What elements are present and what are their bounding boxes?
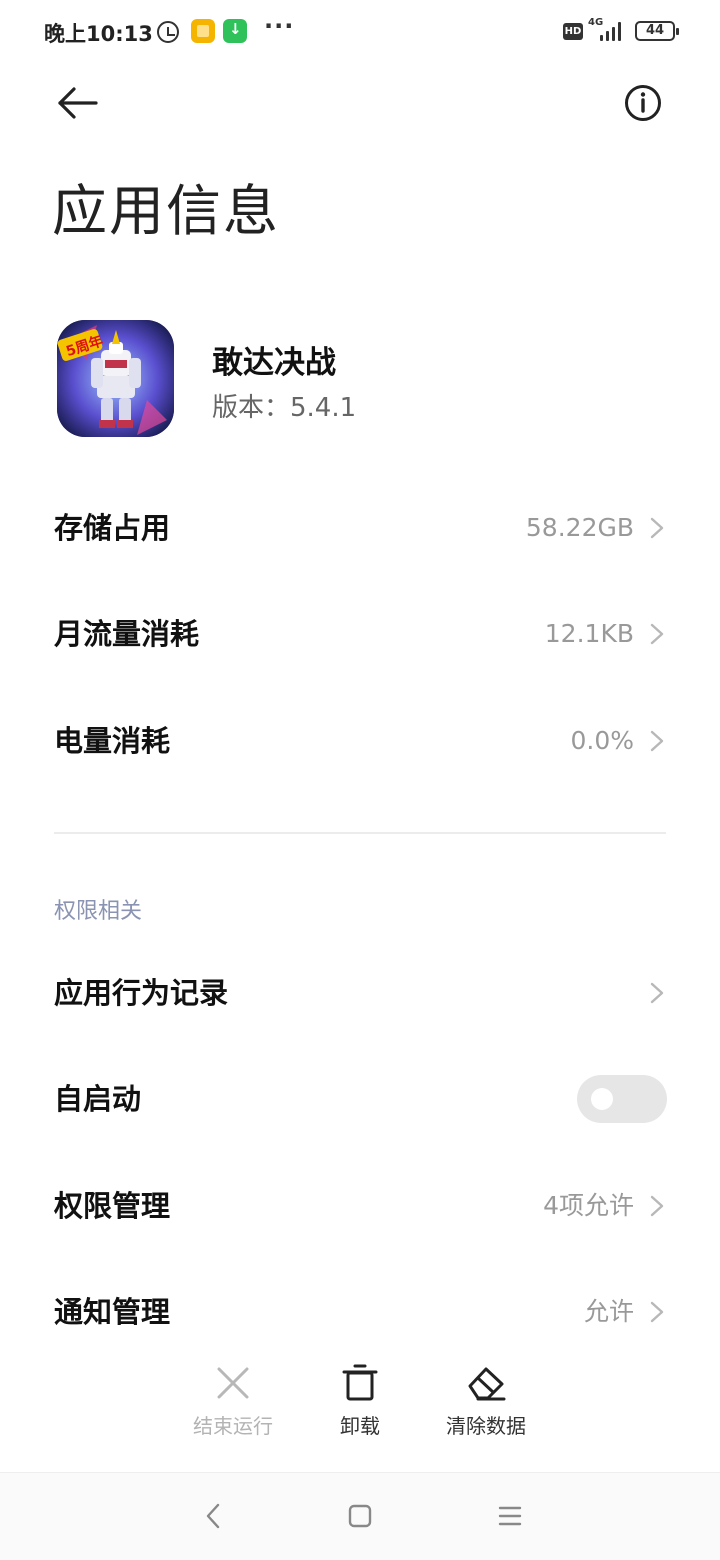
arrow-left-icon <box>58 87 98 119</box>
nav-home-icon[interactable] <box>345 1501 375 1531</box>
notes-app-icon <box>191 19 215 43</box>
storage-value: 58.22GB <box>525 513 634 542</box>
autostart-toggle[interactable] <box>577 1075 667 1123</box>
app-behavior-log-row[interactable]: 应用行为记录 <box>0 940 720 1046</box>
page-title: 应用信息 <box>52 179 281 243</box>
signal-icon <box>598 20 624 41</box>
status-bar: 晚上10:13 ··· HD 4G 44 <box>0 0 720 62</box>
info-icon <box>625 85 661 121</box>
permission-management-label: 权限管理 <box>54 1189 171 1223</box>
bottom-action-bar: 结束运行 卸载 清除数据 <box>0 1350 720 1460</box>
eraser-icon <box>468 1367 506 1401</box>
chevron-right-icon <box>650 1301 664 1323</box>
force-stop-button[interactable]: 结束运行 <box>173 1350 293 1450</box>
storage-row[interactable]: 存储占用 58.22GB <box>0 475 720 581</box>
info-button[interactable] <box>620 80 666 126</box>
status-time: 晚上10:13 <box>44 22 153 46</box>
chevron-right-icon <box>650 982 664 1004</box>
uninstall-label: 卸载 <box>340 1414 380 1438</box>
back-button[interactable] <box>52 80 102 126</box>
data-usage-value: 12.1KB <box>544 619 634 648</box>
storage-label: 存储占用 <box>54 511 171 545</box>
chevron-right-icon <box>650 1195 664 1217</box>
more-notifications-icon: ··· <box>264 12 295 40</box>
nav-menu-icon[interactable] <box>495 1501 525 1531</box>
chevron-right-icon <box>650 623 664 645</box>
toggle-knob <box>591 1088 613 1110</box>
system-navigation-bar <box>0 1473 720 1560</box>
force-stop-label: 结束运行 <box>193 1414 273 1438</box>
clear-data-button[interactable]: 清除数据 <box>426 1350 546 1450</box>
download-app-icon <box>223 19 247 43</box>
trash-icon <box>342 1364 378 1401</box>
app-version: 版本：5.4.1 <box>212 393 357 423</box>
uninstall-button[interactable]: 卸载 <box>300 1350 420 1450</box>
app-behavior-log-label: 应用行为记录 <box>54 976 229 1010</box>
data-usage-label: 月流量消耗 <box>54 617 200 651</box>
battery-usage-row[interactable]: 电量消耗 0.0% <box>0 688 720 794</box>
section-divider <box>54 832 666 834</box>
permission-management-row[interactable]: 权限管理 4项允许 <box>0 1153 720 1259</box>
app-name: 敢达决战 <box>212 345 336 381</box>
app-icon: 5周年 <box>57 320 174 437</box>
permission-management-value: 4项允许 <box>543 1191 634 1220</box>
battery-icon: 44 <box>635 21 679 41</box>
clear-data-label: 清除数据 <box>446 1414 526 1438</box>
autostart-label: 自启动 <box>54 1082 142 1116</box>
close-icon <box>217 1367 249 1399</box>
chevron-right-icon <box>650 730 664 752</box>
permissions-section-title: 权限相关 <box>54 899 143 924</box>
nav-back-icon[interactable] <box>198 1501 228 1531</box>
data-usage-row[interactable]: 月流量消耗 12.1KB <box>0 581 720 687</box>
alarm-icon <box>157 21 179 43</box>
battery-usage-label: 电量消耗 <box>54 724 171 758</box>
chevron-right-icon <box>650 517 664 539</box>
hd-icon: HD <box>563 23 583 40</box>
battery-usage-value: 0.0% <box>570 726 634 755</box>
